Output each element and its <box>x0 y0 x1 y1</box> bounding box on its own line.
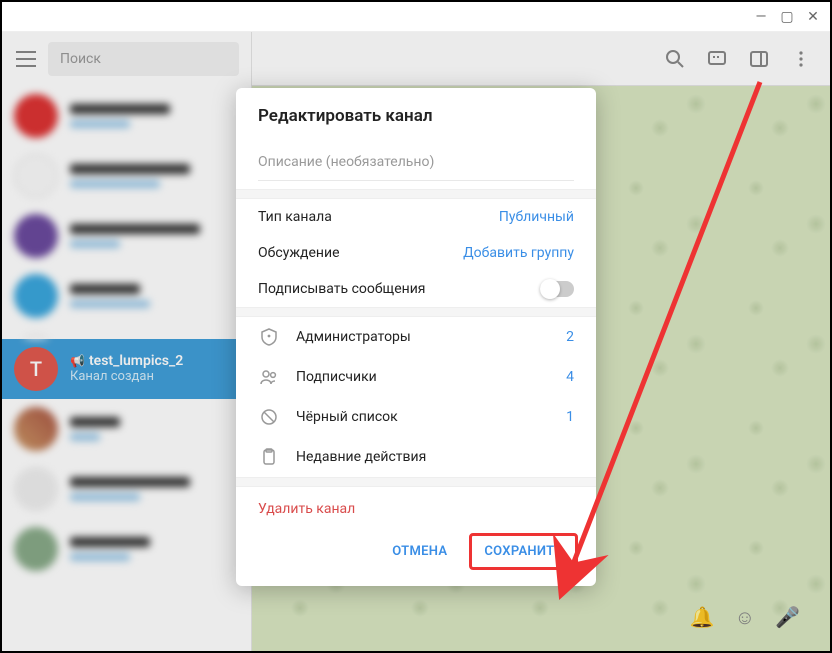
sign-messages-label: Подписывать сообщения <box>258 281 425 297</box>
description-input[interactable]: Описание (необязательно) <box>258 148 574 181</box>
discussion-label: Обсуждение <box>258 245 340 261</box>
admins-row[interactable]: Администраторы 2 <box>236 317 596 357</box>
edit-channel-modal: Редактировать канал Описание (необязател… <box>236 88 596 586</box>
modal-title: Редактировать канал <box>236 88 596 140</box>
recent-actions-row[interactable]: Недавние действия <box>236 437 596 477</box>
clipboard-icon <box>258 447 280 467</box>
discussion-row[interactable]: Обсуждение Добавить группу <box>236 235 596 271</box>
save-button[interactable]: Сохранить <box>469 533 578 570</box>
maximize-button[interactable]: ▢ <box>780 10 794 24</box>
blacklist-count: 1 <box>566 409 574 425</box>
window-titlebar: — ▢ ✕ <box>2 2 830 32</box>
admins-count: 2 <box>566 329 574 345</box>
subscribers-row[interactable]: Подписчики 4 <box>236 357 596 397</box>
subscribers-count: 4 <box>566 369 574 385</box>
shield-icon <box>258 327 280 347</box>
cancel-button[interactable]: Отмена <box>380 533 459 570</box>
close-button[interactable]: ✕ <box>806 10 820 24</box>
blacklist-row[interactable]: Чёрный список 1 <box>236 397 596 437</box>
admins-label: Администраторы <box>296 329 550 345</box>
people-icon <box>258 367 280 387</box>
minimize-button[interactable]: — <box>754 10 768 24</box>
discussion-value[interactable]: Добавить группу <box>463 245 574 261</box>
channel-type-value[interactable]: Публичный <box>499 209 574 225</box>
delete-channel-link[interactable]: Удалить канал <box>236 487 596 523</box>
sign-messages-row: Подписывать сообщения <box>236 271 596 307</box>
channel-type-row[interactable]: Тип канала Публичный <box>236 199 596 235</box>
subscribers-label: Подписчики <box>296 369 550 385</box>
modal-overlay: Редактировать канал Описание (необязател… <box>2 32 830 651</box>
blacklist-label: Чёрный список <box>296 409 550 425</box>
sign-messages-toggle[interactable] <box>540 281 574 297</box>
channel-type-label: Тип канала <box>258 209 332 225</box>
block-icon <box>258 407 280 427</box>
recent-actions-label: Недавние действия <box>296 449 574 465</box>
